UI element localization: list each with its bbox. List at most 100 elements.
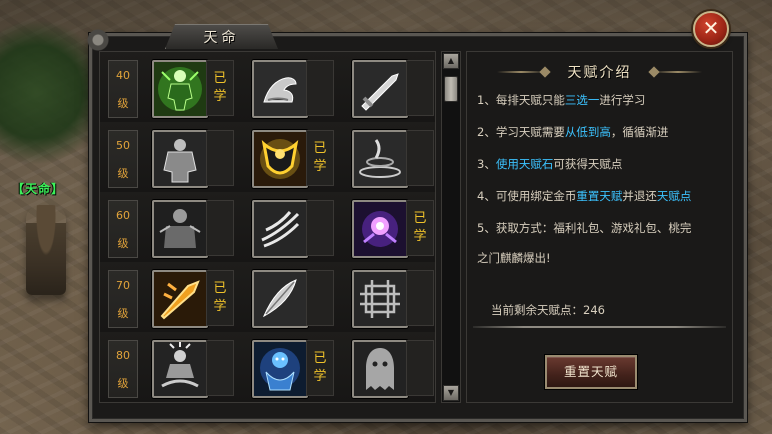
rule-text: 进行学习 — [599, 93, 646, 107]
rule-line: 5、获取方式：福利礼包、游戏礼包、桃完 — [477, 220, 722, 236]
learned-status-box: 已学 — [206, 270, 234, 326]
scroll-up-button[interactable]: ▲ — [443, 53, 459, 69]
talent-row: 40 级 已学 — [100, 52, 435, 124]
rule-text: ，循循渐进 — [610, 125, 669, 139]
rule-line: 2、学习天赋需要从低到高，循循渐进 — [477, 124, 722, 140]
remaining-points: 当前剩余天赋点：246 — [491, 303, 605, 317]
knot-icon[interactable] — [352, 270, 408, 328]
rule-text: 并退还 — [622, 189, 657, 203]
rule-line: 3、使用天赋石可获得天赋点 — [477, 156, 722, 172]
learned-badge: 已学 — [213, 281, 227, 314]
green-warrior-icon[interactable] — [152, 60, 208, 118]
rule-text: 2、学习天赋需要 — [477, 125, 565, 139]
background-tree — [0, 20, 90, 180]
learned-status-box — [306, 200, 334, 256]
level-label: 80 级 — [108, 340, 138, 398]
level-unit: 级 — [117, 307, 129, 320]
learned-status-box — [406, 130, 434, 186]
rule-line: 4、可使用绑定金币重置天赋并退还天赋点 — [477, 188, 722, 204]
learned-badge: 已学 — [313, 141, 327, 174]
talent-row: 50 级 已学 — [100, 122, 435, 194]
rule-highlight: 使用天赋石 — [495, 157, 554, 171]
golden-shield-icon[interactable] — [252, 130, 308, 188]
close-button[interactable]: ✕ — [693, 11, 729, 47]
talent-slot: 已学 — [152, 270, 254, 328]
golden-blade-icon[interactable] — [152, 270, 208, 328]
whirlwind-icon[interactable] — [352, 130, 408, 188]
talent-intro-panel: 天赋介绍 1、每排天赋只能三选一进行学习 2、学习天赋需要从低到高，循循渐进 3、使… — [466, 51, 733, 403]
talent-slot: 已学 — [252, 340, 354, 398]
player-character[interactable] — [26, 205, 66, 295]
rule-text: 4、可使用绑定金币 — [477, 189, 577, 203]
divider — [473, 326, 726, 328]
armor-figure-icon[interactable] — [152, 130, 208, 188]
level-label: 50 级 — [108, 130, 138, 188]
rule-highlight: 三选一 — [564, 93, 600, 107]
ghost-figure-icon[interactable] — [352, 340, 408, 398]
meditating-figure-icon[interactable] — [152, 340, 208, 398]
learned-badge: 已学 — [413, 211, 427, 244]
talent-row: 80 级 已学 — [100, 332, 435, 402]
learned-status-box: 已学 — [306, 130, 334, 186]
learned-badge: 已学 — [213, 71, 227, 104]
claw-slash-icon[interactable] — [252, 200, 308, 258]
shadow-figure-icon[interactable] — [152, 200, 208, 258]
player-name-label: 【天命】 — [12, 182, 65, 196]
learned-status-box — [206, 340, 234, 396]
talent-slot — [252, 200, 354, 258]
rule-highlight: 重置天赋 — [576, 189, 623, 203]
learned-status-box — [306, 270, 334, 326]
scroll-down-button[interactable]: ▼ — [443, 385, 459, 401]
level-unit: 级 — [117, 237, 129, 250]
talent-slot — [352, 60, 435, 118]
purple-orb-icon[interactable] — [352, 200, 408, 258]
learned-status-box — [406, 340, 434, 396]
reset-talent-button[interactable]: 重置天赋 — [545, 355, 637, 389]
rule-line: 1、每排天赋只能三选一进行学习 — [477, 92, 722, 108]
talent-slot — [352, 130, 435, 188]
talent-row: 70 级 已学 — [100, 262, 435, 334]
scroll-thumb[interactable] — [444, 76, 458, 102]
sword-icon[interactable] — [352, 60, 408, 118]
talent-slot: 已学 — [152, 60, 254, 118]
rule-highlight: 从低到高 — [564, 125, 611, 139]
rule-text: 之门麒麟爆出! — [477, 251, 551, 265]
learned-status-box: 已学 — [306, 340, 334, 396]
talent-grid: 40 级已学 50 级已学 60 级已学 70 级已学 80 级已学 — [99, 51, 436, 403]
rule-line: 之门麒麟爆出! — [477, 250, 722, 266]
level-number: 70 — [116, 279, 130, 292]
ornament-right-icon — [654, 71, 702, 73]
rule-text: 5、获取方式：福利礼包、游戏礼包、桃完 — [477, 221, 692, 235]
learned-status-box — [306, 60, 334, 116]
talent-slot — [252, 60, 354, 118]
level-unit: 级 — [117, 377, 129, 390]
talent-slot — [252, 270, 354, 328]
learned-badge: 已学 — [313, 351, 327, 384]
level-number: 60 — [116, 209, 130, 222]
talent-slot — [352, 270, 435, 328]
level-number: 80 — [116, 349, 130, 362]
level-label: 70 级 — [108, 270, 138, 328]
talent-slot: 已学 — [252, 130, 354, 188]
level-unit: 级 — [117, 97, 129, 110]
level-label: 40 级 — [108, 60, 138, 118]
talent-slot: 已学 — [352, 200, 435, 258]
level-label: 60 级 — [108, 200, 138, 258]
talent-slot — [152, 340, 254, 398]
learned-status-box: 已学 — [206, 60, 234, 116]
learned-status-box: 已学 — [406, 200, 434, 256]
blue-demon-icon[interactable] — [252, 340, 308, 398]
learned-status-box — [406, 270, 434, 326]
rule-highlight: 天赋点 — [656, 189, 692, 203]
window-title: 天命 — [203, 30, 240, 46]
rule-text: 3、 — [477, 157, 496, 171]
talent-slot — [152, 130, 254, 188]
learned-status-box — [406, 60, 434, 116]
feather-blade-icon[interactable] — [252, 270, 308, 328]
level-number: 40 — [116, 69, 130, 82]
talent-scrollbar[interactable]: ▲ ▼ — [441, 51, 461, 403]
talent-slot — [152, 200, 254, 258]
talent-row: 60 级 已学 — [100, 192, 435, 264]
intro-title: 天赋介绍 — [567, 65, 632, 81]
arm-muscle-icon[interactable] — [252, 60, 308, 118]
